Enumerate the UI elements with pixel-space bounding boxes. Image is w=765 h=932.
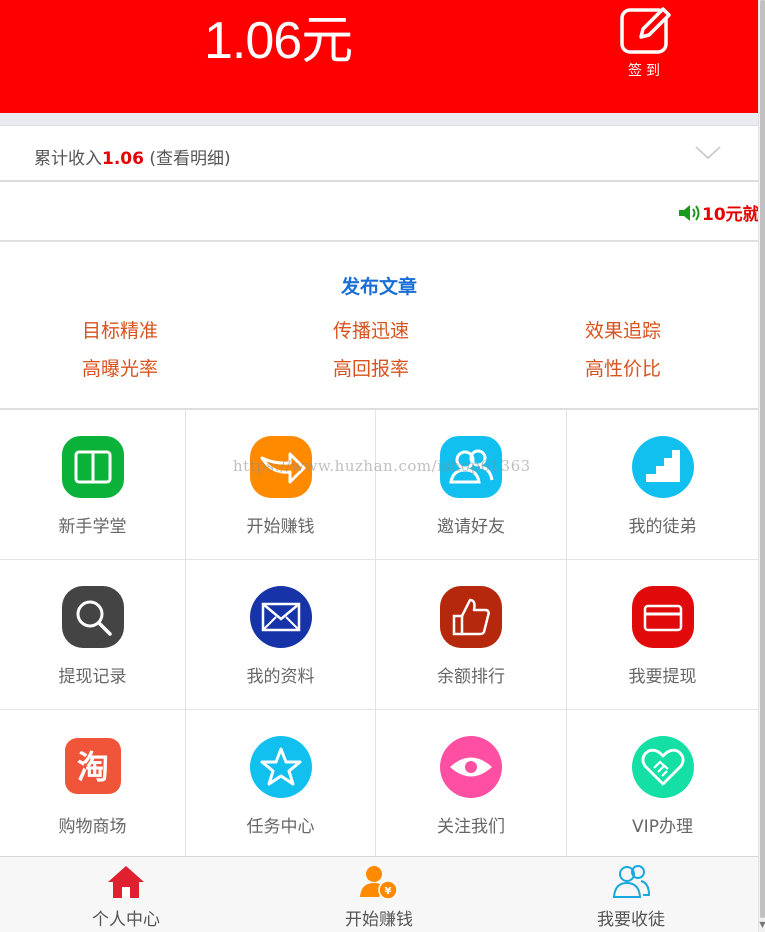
bottom-tabbar: 个人中心 ¥ 开始赚钱 我要收徒 [0, 856, 758, 932]
menu-item-label: 我要提现 [628, 667, 697, 687]
user-money-icon: ¥ [360, 866, 398, 900]
menu-item-label: VIP办理 [632, 817, 693, 837]
balance-amount: 1.06元 [204, 12, 353, 70]
menu-item-withdraw[interactable]: 我要提现 [567, 560, 758, 710]
tab-personal-center[interactable]: 个人中心 [0, 857, 252, 932]
feature-text: 高回报率 [333, 358, 410, 380]
menu-item-label: 我的资料 [246, 667, 315, 687]
edit-icon [620, 7, 671, 54]
menu-item-ranking[interactable]: 余额排行 [376, 560, 567, 710]
menu-item-invite[interactable]: 邀请好友 [376, 410, 567, 560]
menu-item-apprentices[interactable]: 我的徒弟 [567, 410, 758, 560]
eye-icon [440, 736, 502, 798]
home-icon [108, 866, 144, 898]
tab-label: 我要收徒 [597, 910, 665, 930]
menu-item-follow-us[interactable]: 关注我们 [376, 710, 567, 856]
menu-item-label: 余额排行 [437, 667, 505, 687]
menu-item-withdraw-records[interactable]: 提现记录 [0, 560, 186, 710]
handshake-icon [631, 736, 694, 798]
menu-grid: 新手学堂 开始赚钱 邀请好友 我的徒弟 提现记录 我的资料 余额排行 我要提现 … [0, 410, 758, 856]
feature-text: 高曝光率 [82, 358, 159, 380]
taobao-icon: 淘 [64, 738, 121, 794]
menu-item-label: 新手学堂 [58, 517, 127, 537]
publish-section: 发布文章 目标精准 传播迅速 效果追踪 高曝光率 高回报率 高性价比 [0, 244, 758, 410]
notice-text: 10元就 [702, 205, 758, 225]
signin-label: 签到 [628, 63, 664, 79]
tab-label: 开始赚钱 [345, 910, 413, 930]
star-icon [249, 736, 312, 798]
menu-item-label: 开始赚钱 [246, 517, 315, 537]
menu-item-label: 关注我们 [437, 817, 505, 837]
balance-header: 1.06元 签到 [0, 0, 758, 113]
notice-bar: 10元就 [0, 184, 758, 242]
svg-text:¥: ¥ [385, 886, 392, 897]
income-prefix: 累计收入 [34, 149, 102, 169]
menu-item-shop[interactable]: 淘 购物商场 [0, 710, 186, 856]
feature-text: 目标精准 [82, 320, 159, 342]
tab-label: 个人中心 [92, 910, 160, 930]
speaker-icon [679, 205, 700, 221]
menu-item-label: 提现记录 [58, 667, 127, 687]
feature-text: 传播迅速 [333, 320, 410, 342]
card-icon [631, 586, 694, 648]
book-icon [61, 436, 124, 498]
menu-item-vip[interactable]: VIP办理 [567, 710, 758, 856]
menu-item-label: 邀请好友 [437, 517, 505, 537]
app-page: 1.06元 签到 累计收入1.06 (查看明细) 10元就 发布文章 目标精准 … [0, 0, 758, 932]
menu-item-label: 我的徒弟 [628, 517, 697, 537]
svg-text:淘: 淘 [76, 748, 108, 786]
menu-item-label: 任务中心 [246, 817, 315, 837]
scrollbar[interactable]: ▼ [758, 0, 765, 932]
publish-article-link[interactable]: 发布文章 [0, 272, 758, 299]
section-gap [0, 113, 758, 125]
feature-text: 效果追踪 [585, 320, 662, 342]
stairs-icon [631, 436, 694, 498]
menu-item-earn[interactable]: 开始赚钱 [186, 410, 376, 560]
friends-icon [440, 436, 502, 498]
income-row[interactable]: 累计收入1.06 (查看明细) [0, 125, 758, 182]
scroll-down-arrow-icon[interactable]: ▼ [759, 920, 765, 930]
search-icon [61, 586, 124, 648]
income-value: 1.06 [102, 149, 144, 169]
menu-item-beginner[interactable]: 新手学堂 [0, 410, 186, 560]
income-detail-link[interactable]: (查看明细) [149, 149, 230, 169]
scrollbar-thumb[interactable] [760, 0, 765, 918]
income-summary: 累计收入1.06 (查看明细) [34, 144, 231, 169]
feature-text: 高性价比 [585, 358, 662, 380]
signin-button[interactable]: 签到 [612, 4, 680, 84]
menu-item-task-center[interactable]: 任务中心 [186, 710, 376, 856]
share-arrow-icon [249, 436, 312, 498]
tab-start-earning[interactable]: ¥ 开始赚钱 [253, 857, 505, 932]
thumbs-up-icon [440, 586, 502, 648]
menu-item-my-profile[interactable]: 我的资料 [186, 560, 376, 710]
tab-recruit-apprentice[interactable]: 我要收徒 [505, 857, 757, 932]
menu-item-label: 购物商场 [58, 817, 127, 837]
chevron-down-icon[interactable] [694, 144, 722, 162]
users-icon [612, 865, 651, 898]
mail-icon [249, 586, 312, 648]
notice-marquee: 10元就 [678, 200, 758, 225]
